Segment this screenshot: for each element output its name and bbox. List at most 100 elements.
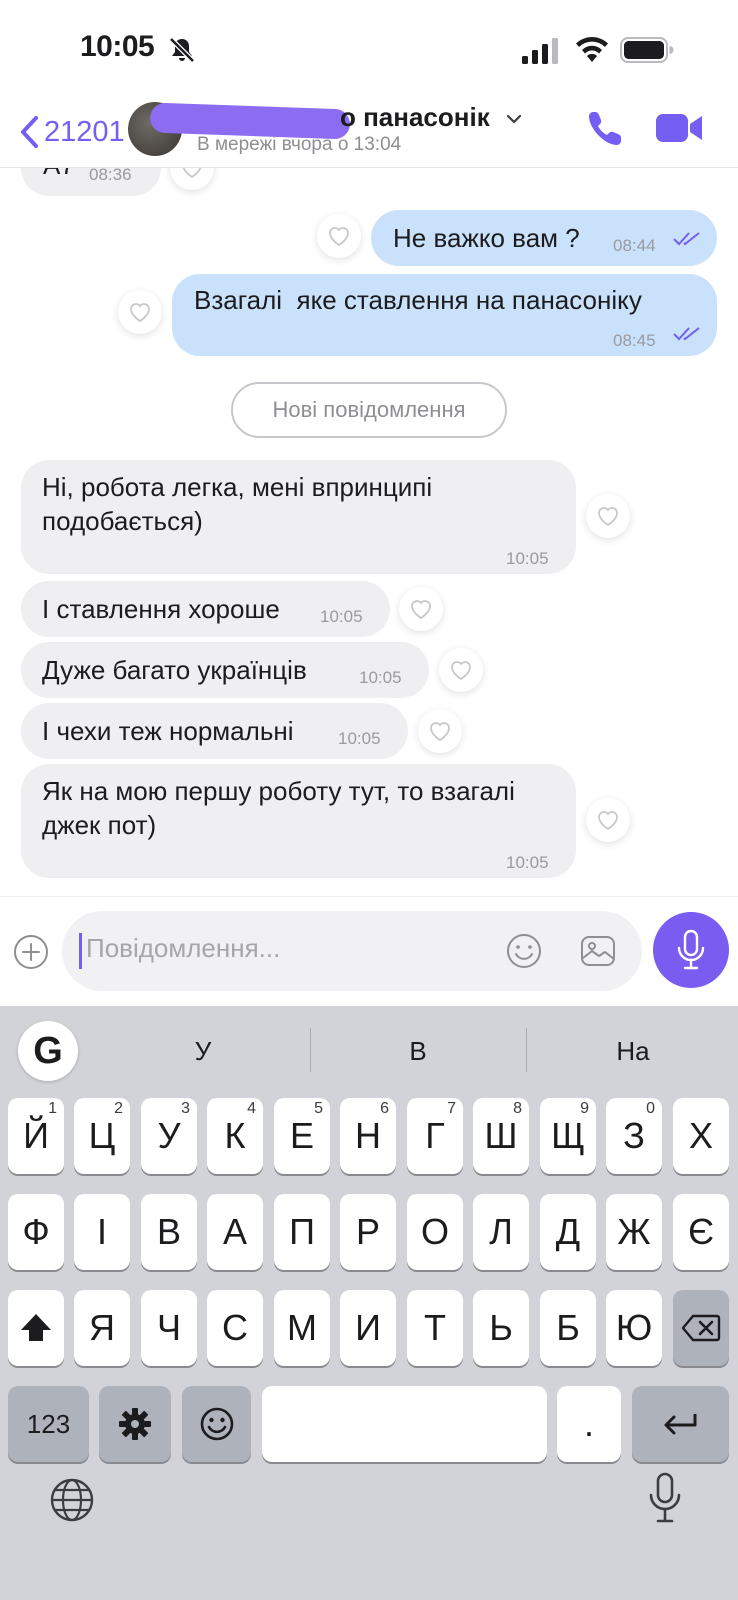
numbers-key[interactable]: 123 — [8, 1386, 89, 1462]
message-bubble-incoming[interactable]: І ставлення хороше 10:05 — [21, 581, 390, 637]
key-label: К — [224, 1115, 246, 1156]
key[interactable]: Е5 — [274, 1098, 330, 1174]
message-bubble-incoming[interactable]: І чехи теж нормальні 10:05 — [21, 703, 408, 759]
back-button[interactable]: 21201 — [18, 110, 125, 154]
new-messages-divider: Нові повідомлення — [231, 382, 507, 438]
key[interactable]: Й1 — [8, 1098, 64, 1174]
key[interactable]: І — [74, 1194, 130, 1270]
message-time: 10:05 — [338, 729, 381, 748]
key[interactable]: Х — [673, 1098, 729, 1174]
key-label: Ф — [22, 1211, 50, 1252]
gallery-icon[interactable] — [578, 931, 618, 971]
like-heart-icon[interactable] — [399, 587, 443, 631]
key[interactable]: П — [274, 1194, 330, 1270]
key[interactable]: А — [207, 1194, 263, 1270]
period-key[interactable]: . — [557, 1386, 621, 1462]
key[interactable]: Н6 — [340, 1098, 396, 1174]
like-heart-icon[interactable] — [118, 290, 162, 334]
key[interactable]: Ь — [473, 1290, 529, 1366]
message-bubble-incoming[interactable]: Як на мою першу роботу тут, то взагалі д… — [21, 764, 576, 878]
key-label: Ц — [88, 1115, 116, 1156]
key[interactable]: Я — [74, 1290, 130, 1366]
key-label: П — [289, 1211, 315, 1252]
key[interactable]: Л — [473, 1194, 529, 1270]
key-number-hint: 0 — [646, 1100, 655, 1117]
globe-icon[interactable] — [48, 1476, 96, 1524]
phone-icon[interactable] — [586, 108, 626, 148]
key-label: Н — [355, 1115, 381, 1156]
key[interactable]: К4 — [207, 1098, 263, 1174]
key[interactable]: Б — [540, 1290, 596, 1366]
message-text: Ні, робота легка, мені впринципі подобає… — [42, 472, 433, 536]
key[interactable]: З0 — [606, 1098, 662, 1174]
suggestion-divider — [526, 1028, 527, 1072]
message-bubble-incoming[interactable]: Ні, робота легка, мені впринципі подобає… — [21, 460, 576, 574]
message-bubble-incoming[interactable]: Дуже багато українців 10:05 — [21, 642, 429, 698]
status-time: 10:05 — [80, 30, 155, 63]
key[interactable]: О — [407, 1194, 463, 1270]
key[interactable]: Ч — [141, 1290, 197, 1366]
contact-name[interactable]: о панасонік — [340, 102, 490, 133]
like-heart-icon[interactable] — [586, 494, 630, 538]
dictation-mic-icon[interactable] — [648, 1472, 682, 1524]
emoji-icon[interactable] — [504, 931, 544, 971]
message-bubble-partial[interactable]: A7 08:36 — [21, 168, 161, 196]
key[interactable]: Ц2 — [74, 1098, 130, 1174]
video-call-icon[interactable] — [656, 112, 704, 144]
chat-area[interactable]: A7 08:36 Не важко вам ? 08:44 Взагалі як… — [0, 168, 738, 896]
like-heart-icon[interactable] — [170, 168, 214, 190]
key[interactable]: Т — [407, 1290, 463, 1366]
key-label: О — [420, 1211, 449, 1252]
message-bubble-outgoing[interactable]: Взагалі яке ставлення на панасоніку 08:4… — [172, 274, 717, 356]
key[interactable]: Щ9 — [540, 1098, 596, 1174]
shift-key[interactable] — [8, 1290, 64, 1366]
key-label: Щ — [551, 1115, 585, 1156]
chevron-down-icon[interactable] — [505, 110, 523, 128]
key-label: Ю — [615, 1307, 653, 1348]
key-number-hint: 4 — [247, 1100, 256, 1117]
key-label: Ш — [484, 1115, 518, 1156]
key[interactable]: Д — [540, 1194, 596, 1270]
key[interactable]: Ю — [606, 1290, 662, 1366]
keyboard: G У В На Й1 Ц2 У3 К4 Е5 Н6 Г7 Ш8 Щ9 З0 Х… — [0, 1006, 738, 1600]
google-g-logo[interactable]: G — [18, 1021, 78, 1081]
message-bubble-outgoing[interactable]: Не важко вам ? 08:44 — [371, 210, 717, 266]
key[interactable]: М — [274, 1290, 330, 1366]
suggestion-item[interactable]: На — [573, 1036, 693, 1067]
voice-record-button[interactable] — [653, 912, 729, 988]
key[interactable]: Ж — [606, 1194, 662, 1270]
key[interactable]: У3 — [141, 1098, 197, 1174]
return-key[interactable] — [632, 1386, 729, 1462]
suggestion-divider — [310, 1028, 311, 1072]
key-label: Ж — [617, 1211, 651, 1252]
key[interactable]: Г7 — [407, 1098, 463, 1174]
key-label: Р — [355, 1211, 380, 1252]
key[interactable]: Ш8 — [473, 1098, 529, 1174]
key[interactable]: Р — [340, 1194, 396, 1270]
key[interactable]: В — [141, 1194, 197, 1270]
like-heart-icon[interactable] — [586, 798, 630, 842]
message-time: 10:05 — [359, 668, 402, 687]
settings-key[interactable] — [99, 1386, 171, 1462]
like-heart-icon[interactable] — [317, 214, 361, 258]
emoji-key[interactable] — [182, 1386, 251, 1462]
key[interactable]: С — [207, 1290, 263, 1366]
like-heart-icon[interactable] — [439, 648, 483, 692]
message-composer: Повідомлення... — [0, 896, 738, 1006]
key-label: Т — [424, 1307, 446, 1348]
suggestion-item[interactable]: У — [143, 1036, 263, 1067]
like-heart-icon[interactable] — [418, 709, 462, 753]
message-input[interactable]: Повідомлення... — [62, 911, 642, 991]
key-number-hint: 5 — [314, 1100, 323, 1117]
suggestion-item[interactable]: В — [358, 1036, 478, 1067]
key[interactable]: И — [340, 1290, 396, 1366]
key[interactable]: Ф — [8, 1194, 64, 1270]
backspace-key[interactable] — [673, 1290, 729, 1366]
space-key[interactable] — [262, 1386, 547, 1462]
key[interactable]: Є — [673, 1194, 729, 1270]
key-number-hint: 6 — [380, 1100, 389, 1117]
plus-icon[interactable] — [12, 933, 50, 971]
gear-icon — [119, 1408, 151, 1440]
double-check-icon — [673, 327, 700, 341]
status-bar: 10:05 — [0, 0, 738, 100]
